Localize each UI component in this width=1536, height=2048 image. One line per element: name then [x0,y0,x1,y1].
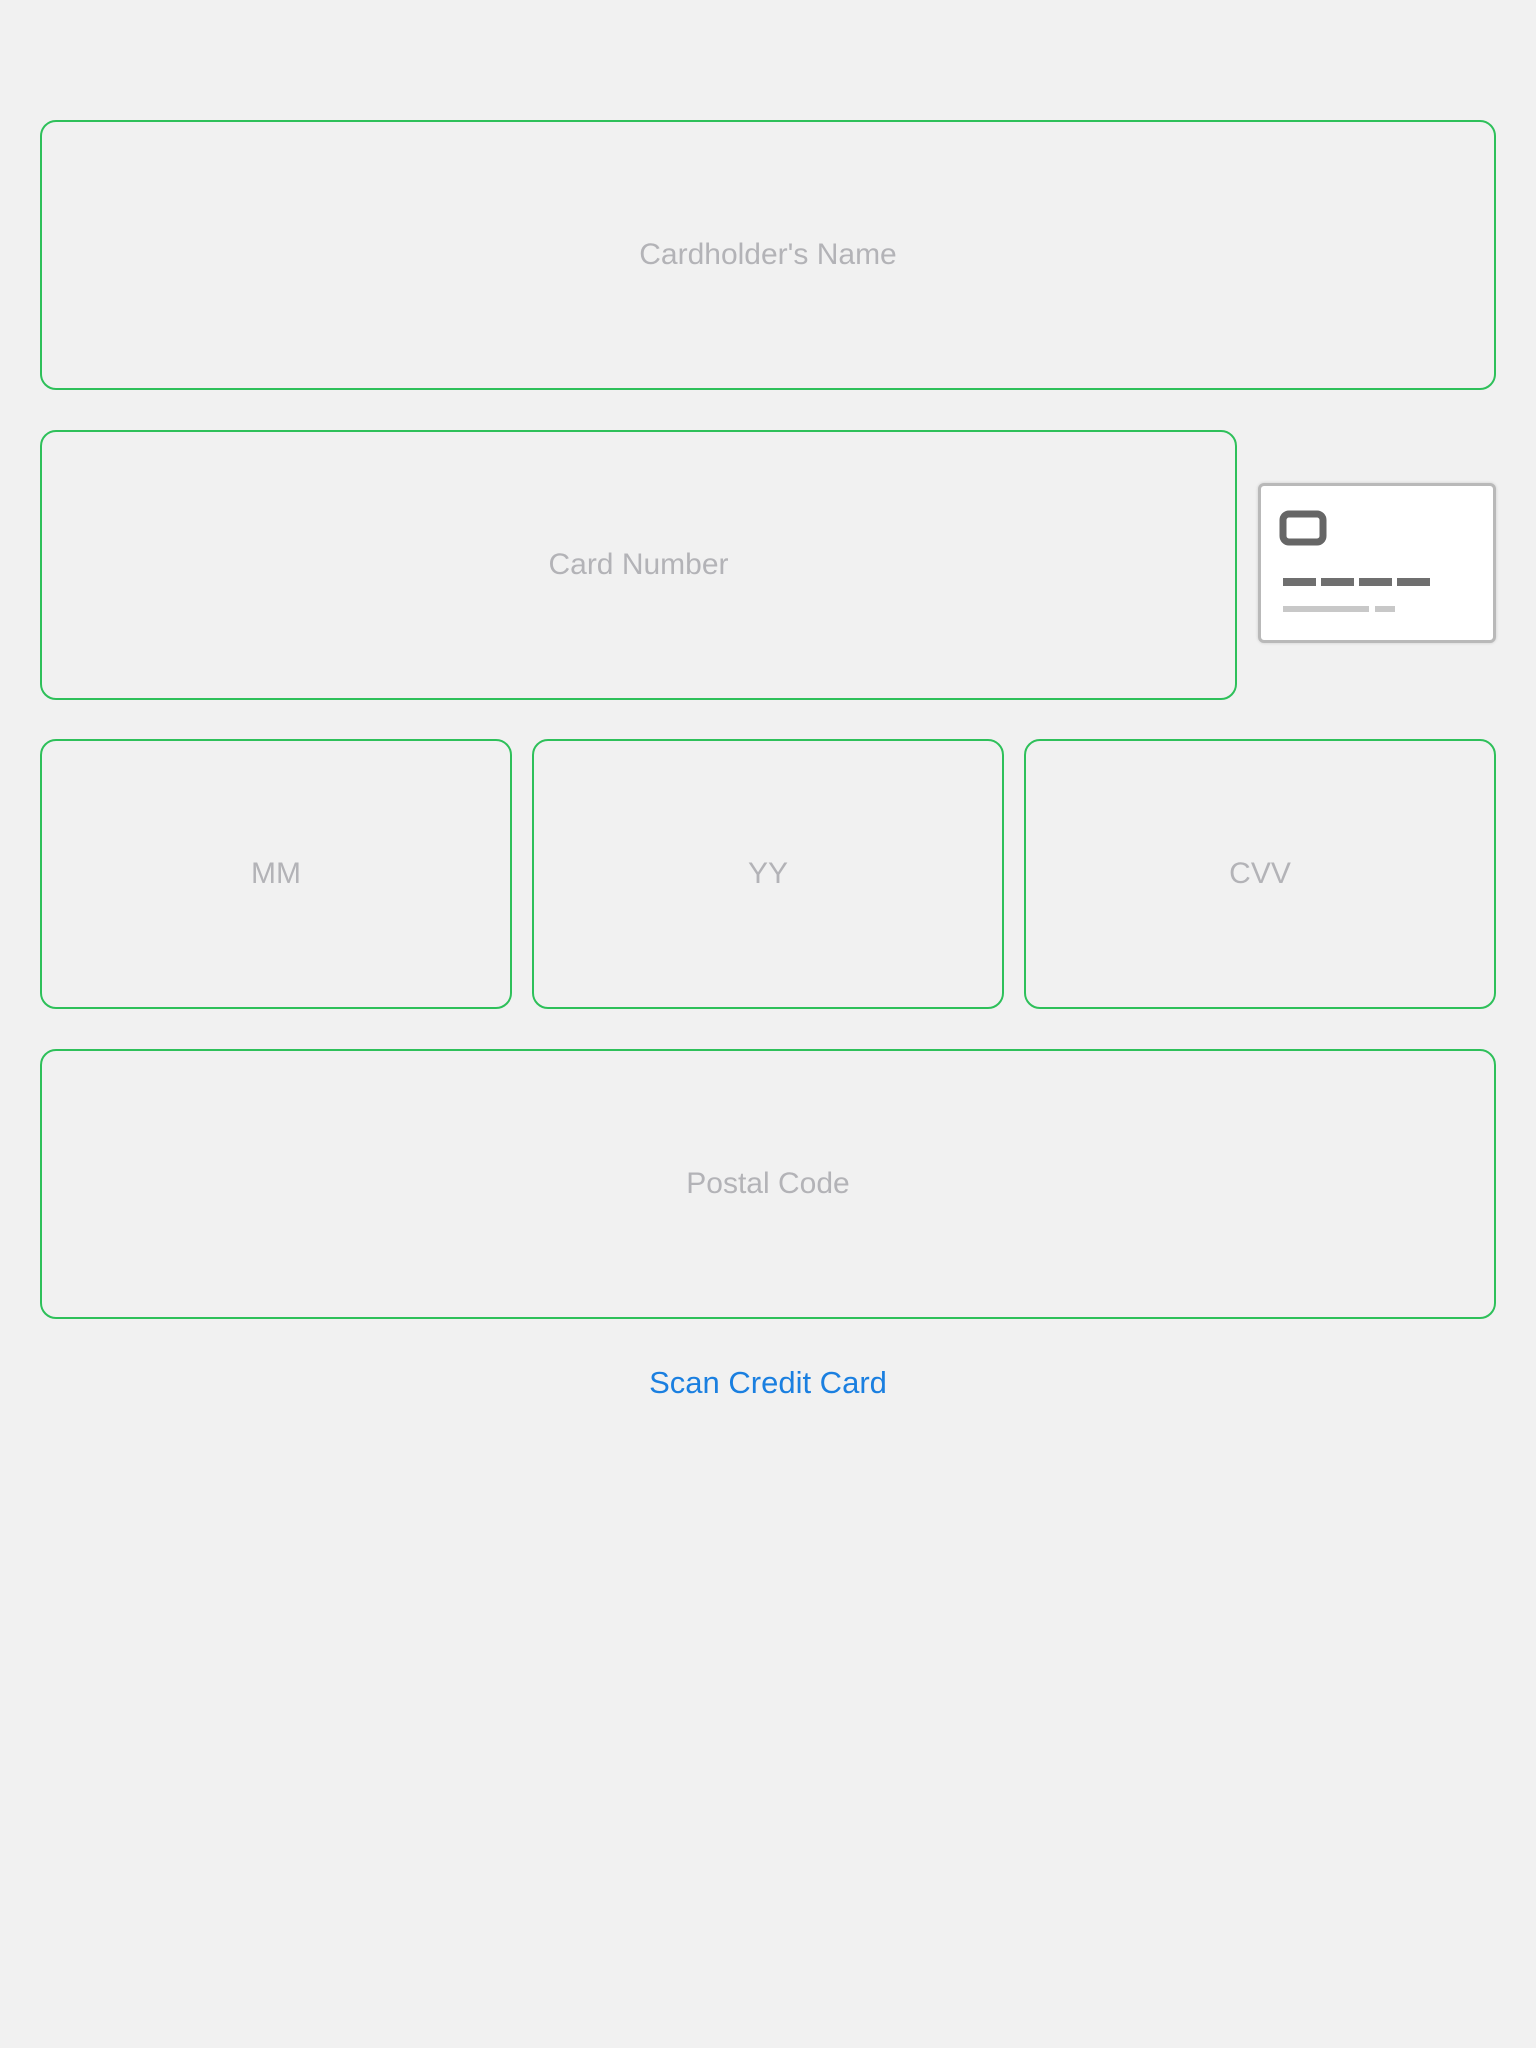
expiry-year-field[interactable] [532,739,1004,1009]
credit-card-icon [1258,483,1496,643]
scan-credit-card-link[interactable]: Scan Credit Card [0,1365,1536,1401]
card-number-field[interactable] [40,430,1237,700]
expiry-year-input[interactable] [534,741,1002,1007]
expiry-month-input[interactable] [42,741,510,1007]
postal-code-input[interactable] [42,1051,1494,1317]
expiry-month-field[interactable] [40,739,512,1009]
card-number-input[interactable] [42,432,1235,698]
cvv-field[interactable] [1024,739,1496,1009]
cardholder-name-field[interactable] [40,120,1496,390]
postal-code-field[interactable] [40,1049,1496,1319]
cardholder-name-input[interactable] [42,122,1494,388]
cvv-input[interactable] [1026,741,1494,1007]
